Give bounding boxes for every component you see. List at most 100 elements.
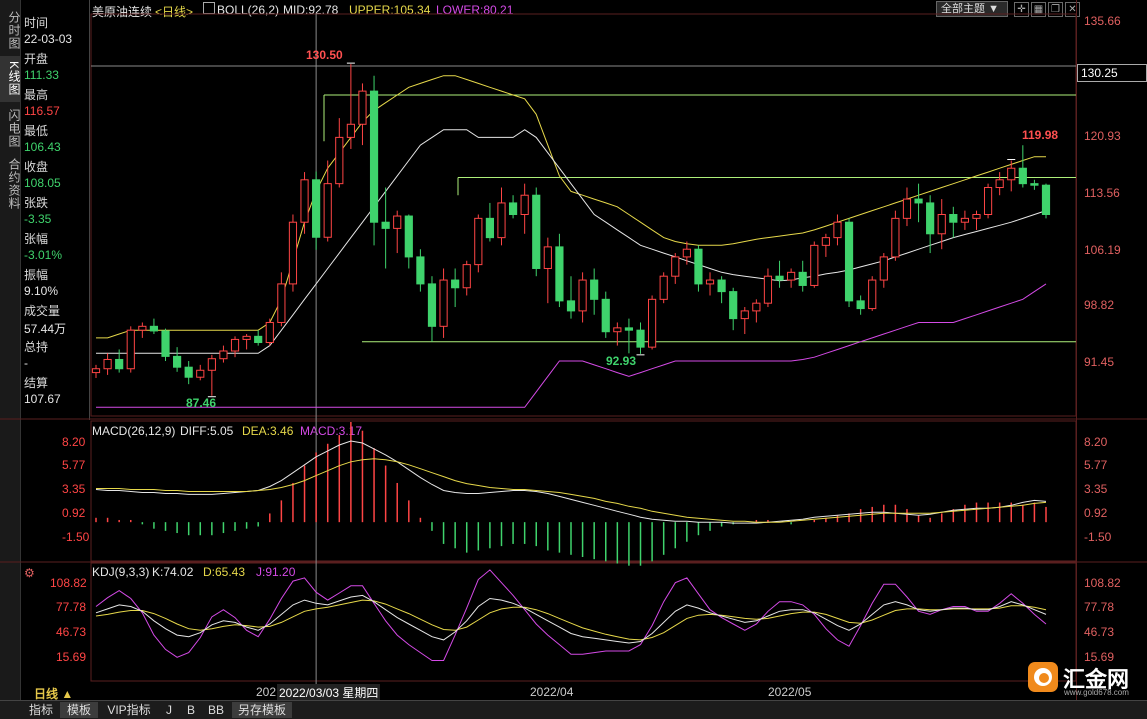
brand-logo-icon [1028, 662, 1058, 692]
candle-body [821, 237, 830, 246]
candle-body [497, 202, 506, 239]
candle-body [578, 279, 587, 312]
candle-body [775, 275, 784, 281]
candle-body [960, 217, 969, 223]
candle-body [242, 335, 251, 340]
candle-body [833, 221, 842, 239]
candle-body [798, 271, 807, 286]
candle-body [126, 329, 135, 370]
candle-body [219, 350, 228, 360]
kdj-j-line [95, 569, 1047, 661]
candle-body [1007, 167, 1016, 181]
tab-b[interactable]: B [182, 702, 200, 718]
candle-body [566, 300, 576, 312]
candle-body [856, 300, 865, 310]
candle-body [369, 90, 379, 223]
bottom-toolbar: 指标 模板 VIP指标 J B BB 另存模板 [0, 700, 1147, 719]
candle-body [439, 279, 448, 327]
candle-body [879, 256, 888, 281]
candle-body [752, 302, 761, 312]
candle-body [520, 194, 529, 216]
candle-body [1041, 184, 1051, 215]
tab-vip-indicators[interactable]: VIP指标 [102, 702, 156, 718]
candle-body [532, 194, 541, 269]
candle-body [705, 279, 715, 285]
candle-body [1030, 183, 1039, 186]
candle-body [694, 248, 703, 285]
candle-body [474, 217, 483, 266]
candle-body [659, 275, 668, 300]
kdj-k-line [95, 594, 1047, 644]
candle-body [335, 136, 344, 185]
candle-body [254, 335, 263, 344]
candle-body [995, 179, 1004, 189]
candle-body [1018, 167, 1027, 185]
candle-body [601, 298, 610, 333]
candle-body [184, 366, 193, 378]
candle-body [381, 221, 390, 229]
candle-body [891, 217, 900, 258]
tab-j[interactable]: J [160, 702, 178, 718]
candle-body [902, 198, 912, 219]
candle-body [868, 279, 877, 310]
boll-mid-line [96, 129, 1047, 354]
candle-body [462, 264, 471, 289]
candle-body [115, 358, 124, 370]
candle-body [277, 283, 286, 323]
candle-body [393, 215, 402, 229]
candle-body [508, 202, 518, 216]
candle-body [555, 246, 564, 302]
candle-body [485, 217, 494, 239]
candle-body [717, 279, 726, 293]
tab-templates[interactable]: 模板 [60, 702, 98, 718]
candle-body [590, 279, 599, 300]
candle-body [91, 368, 101, 374]
candle-body [810, 244, 819, 286]
candle-body [138, 325, 147, 331]
candle-body [787, 271, 796, 281]
candle-body [543, 246, 552, 269]
candle-body [196, 369, 205, 378]
candle-body [972, 214, 981, 219]
candle-body [949, 214, 958, 223]
candle-body [763, 275, 773, 304]
tab-save-template[interactable]: 另存模板 [232, 702, 292, 718]
candle-body [937, 214, 946, 235]
tab-indicators[interactable]: 指标 [24, 702, 58, 718]
candle-body [451, 279, 460, 289]
logo-inner [1039, 673, 1049, 683]
candle-body [983, 187, 993, 215]
macd-diff-line [95, 440, 1047, 524]
candle-body [682, 248, 691, 258]
candle-body [173, 355, 182, 368]
kline-chart[interactable] [0, 0, 1147, 700]
low-annotation: 92.93 [606, 354, 637, 368]
high-annotation: 130.50 [306, 48, 343, 62]
candle-body [346, 123, 355, 138]
brand-url: www.gold678.com [1064, 688, 1129, 697]
candle-body [207, 358, 216, 371]
candle-body [323, 183, 332, 238]
macd-dea-line [96, 458, 1047, 523]
candle-body [300, 179, 309, 223]
candle-body [740, 310, 749, 320]
tab-bb[interactable]: BB [204, 702, 228, 718]
candle-body [288, 221, 298, 285]
x-tick: 202 [256, 685, 277, 699]
candle-body [613, 327, 622, 333]
candle-body [161, 330, 170, 357]
candle-body [312, 179, 321, 238]
candle-body [729, 291, 738, 320]
candle-body [914, 198, 923, 204]
low-annotation: 87.46 [186, 396, 217, 410]
candle-body [358, 90, 367, 125]
candle-body [404, 215, 413, 258]
high-annotation: 119.98 [1022, 128, 1059, 142]
candle-body [230, 338, 240, 352]
candle-body [648, 298, 657, 348]
candle-body [636, 329, 645, 348]
candle-body [149, 325, 159, 332]
candle-body [416, 256, 425, 285]
candle-body [926, 202, 935, 235]
candle-body [427, 283, 437, 327]
